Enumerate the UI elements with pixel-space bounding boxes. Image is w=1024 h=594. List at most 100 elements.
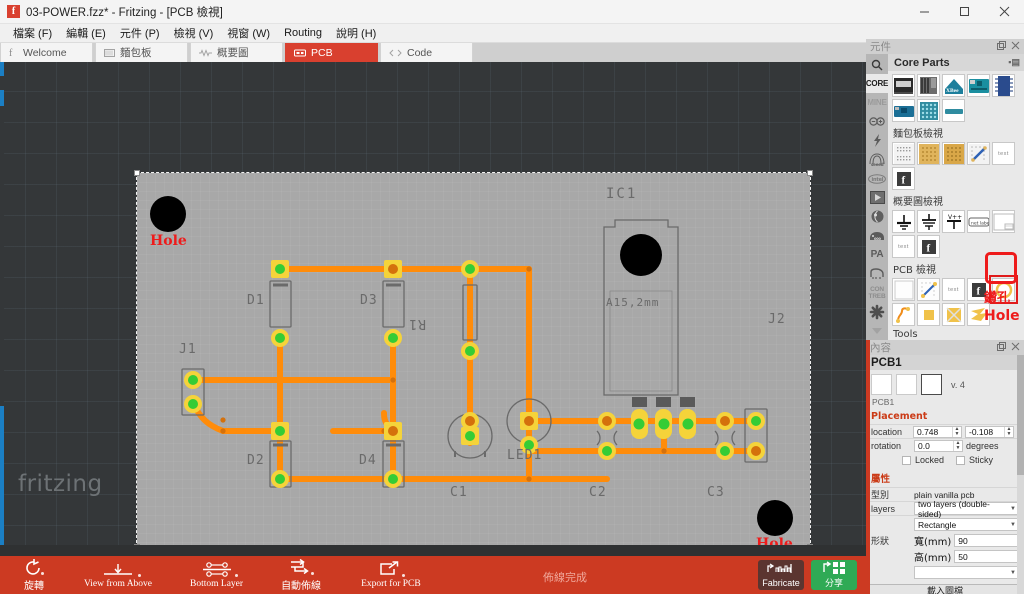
tab-welcome[interactable]: f Welcome bbox=[0, 43, 93, 62]
part-text-pcb[interactable]: text bbox=[942, 278, 965, 301]
part-pcb-board[interactable] bbox=[892, 278, 915, 301]
part-arduino-mini[interactable] bbox=[892, 99, 915, 122]
export-for-pcb-button[interactable]: Export for PCB bbox=[355, 556, 427, 594]
shape-select[interactable]: Rectangle ▼ bbox=[914, 518, 1020, 531]
hole-top-left[interactable] bbox=[150, 196, 186, 232]
svg-text:intel: intel bbox=[872, 177, 884, 183]
location-x-stepper[interactable]: 0.748 ▲ ▼ bbox=[912, 425, 962, 438]
width-input[interactable]: 90 bbox=[954, 534, 1020, 547]
bin-play-icon[interactable] bbox=[866, 188, 888, 207]
image-select[interactable]: ▼ bbox=[914, 566, 1020, 579]
location-x-value: 0.748 bbox=[916, 426, 939, 437]
part-header[interactable] bbox=[942, 99, 965, 122]
part-via[interactable] bbox=[942, 303, 965, 326]
part-arduino[interactable] bbox=[967, 74, 990, 97]
menu-routing[interactable]: Routing bbox=[277, 25, 329, 41]
menu-part[interactable]: 元件 (P) bbox=[113, 23, 167, 43]
ic1-mounting-hole bbox=[620, 234, 662, 276]
inspector-scroll-thumb[interactable] bbox=[1017, 355, 1024, 475]
bin-snowflake-icon[interactable] bbox=[866, 302, 888, 321]
bin-sheep-icon[interactable] bbox=[866, 264, 888, 283]
part-text-sch[interactable]: text bbox=[892, 235, 915, 258]
rotation-arrows[interactable]: ▲ ▼ bbox=[953, 440, 962, 451]
part-netlabel[interactable]: net label bbox=[967, 210, 990, 233]
sticky-checkbox[interactable] bbox=[956, 455, 966, 465]
part-lcd[interactable] bbox=[892, 74, 915, 97]
rotate-button[interactable]: 旋轉 bbox=[18, 556, 50, 594]
inspector-pcb-preview[interactable] bbox=[921, 374, 942, 395]
rotation-stepper[interactable]: 0.0 ▲ ▼ bbox=[914, 439, 963, 452]
autoroute-button[interactable]: 自動佈線 bbox=[275, 556, 327, 594]
part-perfboard[interactable] bbox=[917, 142, 940, 165]
part-copperfill[interactable] bbox=[892, 303, 915, 326]
part-led-matrix[interactable] bbox=[917, 99, 940, 122]
undock-icon[interactable] bbox=[997, 40, 1006, 53]
part-stripboard2[interactable] bbox=[942, 142, 965, 165]
height-input[interactable]: 50 bbox=[954, 550, 1020, 563]
load-image-button[interactable]: 載入圖檔 bbox=[869, 584, 1021, 594]
bin-mine[interactable]: MINE bbox=[866, 93, 888, 112]
breadboard-icon bbox=[104, 48, 115, 57]
part-logo-bb[interactable]: f bbox=[892, 167, 915, 190]
parts-bin-menu-icon[interactable]: ▪▤ bbox=[1008, 57, 1020, 68]
bin-pig-icon[interactable]: 000 bbox=[866, 226, 888, 245]
locked-label: Locked bbox=[915, 455, 945, 465]
search-icon[interactable] bbox=[866, 55, 888, 74]
part-stripboard[interactable] bbox=[917, 74, 940, 97]
part-mcu[interactable] bbox=[992, 74, 1015, 97]
close-icon[interactable] bbox=[1011, 41, 1020, 53]
bin-core[interactable]: CORE bbox=[866, 74, 888, 93]
menu-view[interactable]: 檢視 (V) bbox=[167, 23, 221, 43]
menu-window[interactable]: 視窗 (W) bbox=[220, 23, 277, 43]
close-icon[interactable] bbox=[984, 0, 1024, 23]
part-vcc[interactable]: V++ bbox=[942, 210, 965, 233]
part-breadboard[interactable] bbox=[892, 142, 915, 165]
inspector-schematic-preview[interactable] bbox=[896, 374, 917, 395]
inspector-scrollbar[interactable] bbox=[1017, 355, 1024, 594]
part-text-bb[interactable]: text bbox=[992, 142, 1015, 165]
menu-help[interactable]: 說明 (H) bbox=[329, 23, 383, 43]
menu-file[interactable]: 檔案 (F) bbox=[6, 23, 59, 43]
undock-icon[interactable] bbox=[997, 341, 1006, 354]
location-x-arrows[interactable]: ▲ ▼ bbox=[951, 426, 961, 437]
bin-seeed[interactable]: seeed bbox=[866, 150, 888, 169]
bin-arduino[interactable] bbox=[866, 112, 888, 131]
location-y-stepper[interactable]: -0.108 ▲ ▼ bbox=[964, 425, 1014, 438]
chevron-down-icon: ▼ bbox=[1010, 505, 1016, 512]
bin-sparkfun-icon[interactable] bbox=[866, 131, 888, 150]
part-xbee[interactable]: XBee bbox=[942, 74, 965, 97]
bin-parallax[interactable]: PA bbox=[866, 245, 888, 264]
part-jumper[interactable] bbox=[917, 278, 940, 301]
hole-bottom-right[interactable] bbox=[757, 500, 793, 536]
tab-schematic[interactable]: 概要圖 bbox=[190, 43, 283, 62]
part-ground2[interactable] bbox=[917, 210, 940, 233]
location-y-arrows[interactable]: ▲ ▼ bbox=[1003, 426, 1013, 437]
pcb-canvas[interactable]: fritzing IC1 A15,2mm J1 J2 D1 D3 D2 D4 R… bbox=[0, 62, 866, 545]
part-logo-sch[interactable]: f bbox=[917, 235, 940, 258]
bin-scroll-down-icon[interactable] bbox=[866, 321, 888, 340]
tab-pcb[interactable]: PCB bbox=[285, 43, 378, 62]
share-button[interactable]: 分享 bbox=[811, 560, 857, 590]
bin-globe-icon[interactable] bbox=[866, 207, 888, 226]
view-from-above-button[interactable]: View from Above bbox=[78, 556, 158, 594]
label-c1: C1 bbox=[450, 485, 468, 500]
bin-intel[interactable]: intel bbox=[866, 169, 888, 188]
part-ground[interactable] bbox=[892, 210, 915, 233]
locked-checkbox[interactable] bbox=[902, 455, 911, 465]
part-pad[interactable] bbox=[917, 303, 940, 326]
part-wire[interactable] bbox=[967, 142, 990, 165]
maximize-icon[interactable] bbox=[944, 0, 984, 23]
layers-select[interactable]: two layers (double-sided) ▼ bbox=[914, 499, 1020, 519]
bottom-layer-button[interactable]: Bottom Layer bbox=[184, 556, 249, 594]
tab-breadboard[interactable]: 麵包板 bbox=[95, 43, 188, 62]
part-frame[interactable] bbox=[992, 210, 1015, 233]
fabricate-button[interactable]: Fabricate bbox=[758, 560, 804, 590]
pcb-board[interactable]: IC1 A15,2mm J1 J2 D1 D3 D2 D4 R1 C1 C2 C… bbox=[134, 170, 813, 545]
bin-contreb[interactable]: CON TREB bbox=[866, 283, 888, 302]
close-icon[interactable] bbox=[1011, 342, 1020, 354]
menu-edit[interactable]: 編輯 (E) bbox=[59, 23, 113, 43]
tab-code[interactable]: Code bbox=[380, 43, 473, 62]
inspector-breadboard-preview[interactable] bbox=[871, 374, 892, 395]
inspector-left-accent bbox=[866, 340, 870, 594]
minimize-icon[interactable] bbox=[904, 0, 944, 23]
